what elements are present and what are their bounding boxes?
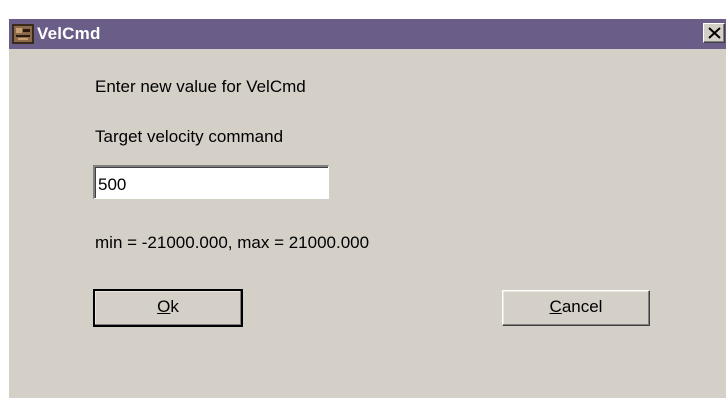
title-bar[interactable]: VelCmd xyxy=(9,19,726,49)
prompt-text: Enter new value for VelCmd xyxy=(95,77,306,96)
field-label: Target velocity command xyxy=(95,127,284,146)
range-text: min = -21000.000, max = 21000.000 xyxy=(95,233,370,252)
ok-label-rest: k xyxy=(170,297,179,316)
close-icon xyxy=(708,27,721,39)
ok-mnemonic: O xyxy=(157,297,171,316)
app-icon xyxy=(12,24,34,44)
cancel-button[interactable]: Cancel xyxy=(502,290,650,326)
close-button[interactable] xyxy=(703,23,725,43)
value-input[interactable] xyxy=(93,165,329,199)
ok-button[interactable]: Ok xyxy=(93,289,243,327)
cancel-mnemonic: C xyxy=(549,297,562,316)
window-title: VelCmd xyxy=(37,24,101,43)
cancel-label-rest: ancel xyxy=(561,297,603,316)
dialog-window: VelCmd Enter new value for VelCmd Target… xyxy=(8,18,726,398)
